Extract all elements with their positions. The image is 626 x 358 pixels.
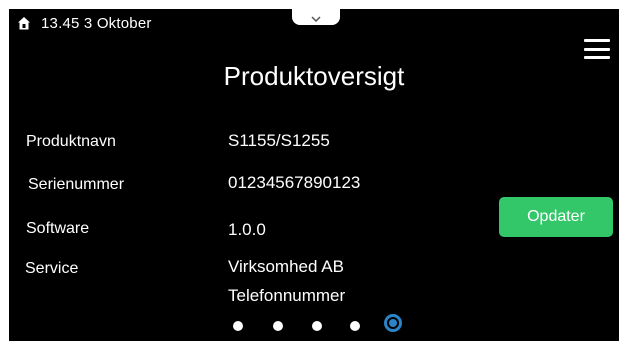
status-bar: 13.45 3 Oktober	[17, 11, 152, 35]
value-service-company: Virksomhed AB	[228, 257, 344, 276]
status-datetime: 13.45 3 Oktober	[41, 14, 152, 32]
label-product-name: Produktnavn	[26, 133, 116, 150]
menu-bar-top	[584, 39, 610, 42]
menu-button[interactable]	[584, 39, 610, 59]
label-software: Software	[26, 220, 90, 237]
value-software: 1.0.0	[228, 220, 266, 239]
label-serial-number: Serienummer	[28, 176, 125, 193]
page-title: Produktoversigt	[223, 61, 405, 91]
pull-down-tab[interactable]	[292, 9, 340, 25]
page-dot-2[interactable]	[273, 321, 283, 331]
value-service-phone: Telefonnummer	[228, 286, 346, 305]
menu-bar-bottom	[584, 56, 610, 59]
page-indicator	[9, 314, 619, 338]
value-product-name: S1155/S1255	[228, 131, 330, 150]
menu-bar-middle	[584, 47, 610, 51]
home-icon	[17, 16, 31, 30]
label-service: Service	[25, 260, 79, 277]
value-serial-number: 01234567890123	[228, 173, 361, 192]
page-dot-5-active[interactable]	[384, 314, 402, 332]
page-dot-3[interactable]	[312, 321, 322, 331]
update-button[interactable]: Opdater	[499, 197, 613, 237]
chevron-down-icon	[311, 16, 321, 22]
page-dot-1[interactable]	[233, 321, 243, 331]
page-dot-4[interactable]	[350, 321, 360, 331]
product-overview-screen: 13.45 3 Oktober Produktoversigt Produktn…	[9, 9, 619, 341]
